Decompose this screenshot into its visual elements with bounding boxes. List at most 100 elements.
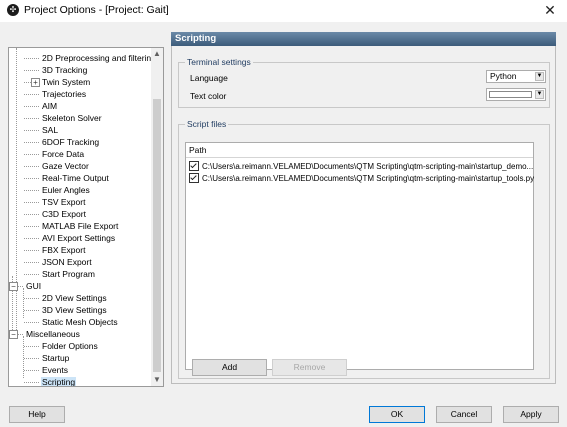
collapse-minus-icon[interactable]: −: [9, 282, 18, 291]
tree-item-label: Gaze Vector: [42, 161, 89, 171]
tree-item-avi-export-settings[interactable]: AVI Export Settings: [41, 232, 116, 244]
text-color-label: Text color: [190, 91, 227, 101]
tree-connector-line: [24, 262, 39, 263]
tree-item-twin-system[interactable]: Twin System: [41, 76, 91, 88]
tree-vertical-scrollbar[interactable]: ▲ ▼: [151, 48, 163, 386]
close-button[interactable]: ✕: [533, 0, 567, 22]
language-select[interactable]: Python ▼: [486, 70, 546, 83]
tree-item-label: Static Mesh Objects: [42, 317, 118, 327]
tree-item-gui[interactable]: GUI: [25, 280, 42, 292]
tree-item-tsv-export[interactable]: TSV Export: [41, 196, 86, 208]
tree-item-euler-angles[interactable]: Euler Angles: [41, 184, 91, 196]
language-label: Language: [190, 73, 228, 83]
ok-button[interactable]: OK: [369, 406, 425, 423]
tree-connector-line: [24, 322, 39, 323]
tree-item-label: Real-Time Output: [42, 173, 109, 183]
tree-item-aim[interactable]: AIM: [41, 100, 58, 112]
script-enabled-checkbox[interactable]: [189, 172, 199, 183]
script-path: C:\Users\a.reimann.VELAMED\Documents\QTM…: [202, 161, 534, 171]
tree-item-real-time-output[interactable]: Real-Time Output: [41, 172, 110, 184]
tree-connector-line: [24, 106, 39, 107]
tree-connector-line: [24, 358, 39, 359]
tree-connector-line: [24, 214, 39, 215]
tree-item-label: 6DOF Tracking: [42, 137, 100, 147]
tree-item-sal[interactable]: SAL: [41, 124, 59, 136]
help-button[interactable]: Help: [9, 406, 65, 423]
tree-item-label: C3D Export: [42, 209, 86, 219]
tree-item-start-program[interactable]: Start Program: [41, 268, 96, 280]
tree-connector-line: [24, 298, 39, 299]
tree-item-3d-view-settings[interactable]: 3D View Settings: [41, 304, 108, 316]
script-files-group: Script files Path C:\Users\a.reimann.VEL…: [178, 119, 550, 379]
script-file-row[interactable]: C:\Users\a.reimann.VELAMED\Documents\QTM…: [189, 160, 533, 172]
tree-item-trajectories[interactable]: Trajectories: [41, 88, 87, 100]
text-color-picker[interactable]: ▼: [486, 88, 546, 101]
add-script-button[interactable]: Add: [192, 359, 267, 376]
tree-item-label: Folder Options: [42, 341, 98, 351]
tree-item-label: 2D Preprocessing and filtering: [42, 53, 156, 63]
tree-item-label: Skeleton Solver: [42, 113, 102, 123]
terminal-settings-title: Terminal settings: [185, 57, 253, 68]
window-title: Project Options - [Project: Gait]: [24, 4, 169, 16]
tree-item-label: Events: [42, 365, 68, 375]
qtm-app-icon: ✣: [7, 4, 19, 16]
tree-item-label: 2D View Settings: [42, 293, 107, 303]
language-value: Python: [490, 71, 517, 81]
apply-button[interactable]: Apply: [503, 406, 559, 423]
tree-item-folder-options[interactable]: Folder Options: [41, 340, 99, 352]
tree-item-label: Force Data: [42, 149, 85, 159]
tree-item-3d-tracking[interactable]: 3D Tracking: [41, 64, 88, 76]
tree-item-force-data[interactable]: Force Data: [41, 148, 85, 160]
scripting-panel: Terminal settings Language Python ▼ Text…: [171, 46, 556, 384]
tree-item-label: Miscellaneous: [26, 329, 80, 339]
tree-item-events[interactable]: Events: [41, 364, 69, 376]
terminal-settings-group: Terminal settings Language Python ▼ Text…: [178, 57, 550, 108]
tree-connector-line: [24, 250, 39, 251]
tree-item-label: FBX Export: [42, 245, 86, 255]
tree-item-label: 3D Tracking: [42, 65, 88, 75]
tree-item-label: Euler Angles: [42, 185, 90, 195]
tree-item-label: TSV Export: [42, 197, 86, 207]
tree-item-label: 3D View Settings: [42, 305, 107, 315]
tree-item-json-export[interactable]: JSON Export: [41, 256, 93, 268]
tree-item-miscellaneous[interactable]: Miscellaneous: [25, 328, 81, 340]
tree-connector-line: [24, 70, 39, 71]
tree-guide-line: [23, 336, 24, 378]
tree-item-2d-preprocessing-and-filtering[interactable]: 2D Preprocessing and filtering: [41, 52, 157, 64]
tree-item-gaze-vector[interactable]: Gaze Vector: [41, 160, 90, 172]
tree-item-c3d-export[interactable]: C3D Export: [41, 208, 87, 220]
scroll-thumb[interactable]: [153, 99, 161, 372]
options-tree: 2D Preprocessing and filtering 3D Trackin…: [8, 47, 164, 387]
tree-connector-line: [24, 370, 39, 371]
script-enabled-checkbox[interactable]: [189, 160, 199, 171]
collapse-minus-icon[interactable]: −: [9, 330, 18, 339]
tree-guide-line: [16, 288, 17, 336]
scroll-down-arrow-icon[interactable]: ▼: [151, 374, 163, 386]
tree-item-label: SAL: [42, 125, 59, 135]
tree-item-static-mesh-objects[interactable]: Static Mesh Objects: [41, 316, 119, 328]
tree-item-fbx-export[interactable]: FBX Export: [41, 244, 86, 256]
dropdown-arrow-icon: ▼: [535, 90, 544, 99]
cancel-button[interactable]: Cancel: [436, 406, 492, 423]
tree-item-label: Start Program: [42, 269, 95, 279]
tree-item-label: Startup: [42, 353, 70, 363]
tree-connector-line: [24, 94, 39, 95]
script-files-list: Path C:\Users\a.reimann.VELAMED\Document…: [185, 142, 534, 370]
tree-connector-line: [24, 154, 39, 155]
path-column-header[interactable]: Path: [186, 143, 533, 158]
tree-item-startup[interactable]: Startup: [41, 352, 70, 364]
tree-item-scripting[interactable]: Scripting: [41, 376, 77, 386]
expand-plus-icon[interactable]: +: [31, 78, 40, 87]
tree-item-label: Twin System: [42, 77, 91, 87]
tree-item-6dof-tracking[interactable]: 6DOF Tracking: [41, 136, 100, 148]
remove-script-button[interactable]: Remove: [272, 359, 347, 376]
tree-connector-line: [24, 130, 39, 131]
tree-connector-line: [24, 178, 39, 179]
script-file-row[interactable]: C:\Users\a.reimann.VELAMED\Documents\QTM…: [189, 172, 534, 184]
tree-item-2d-view-settings[interactable]: 2D View Settings: [41, 292, 108, 304]
tree-connector-line: [24, 202, 39, 203]
scroll-up-arrow-icon[interactable]: ▲: [151, 48, 163, 60]
tree-item-matlab-file-export[interactable]: MATLAB File Export: [41, 220, 119, 232]
tree-item-skeleton-solver[interactable]: Skeleton Solver: [41, 112, 103, 124]
tree-guide-line: [16, 48, 17, 288]
